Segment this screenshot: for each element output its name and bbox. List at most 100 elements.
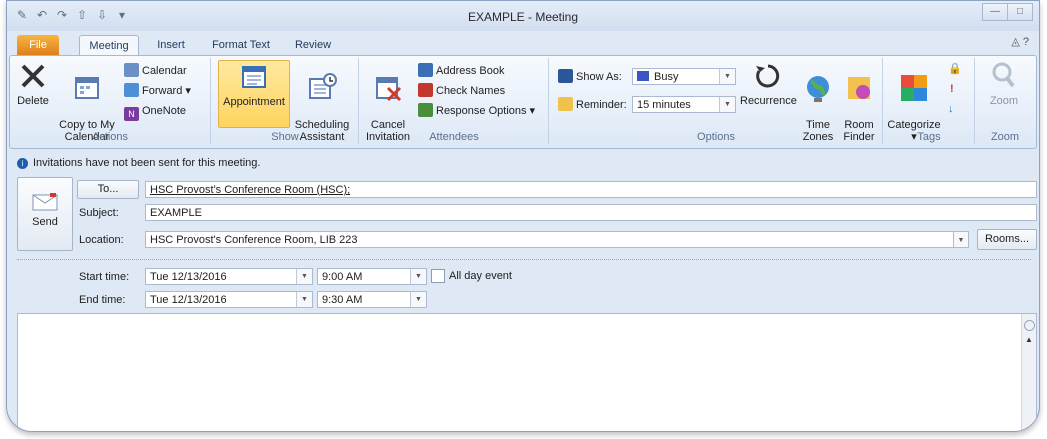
- show-as-control: Show As:: [558, 68, 622, 86]
- help-icon[interactable]: ◬ ?: [1011, 35, 1029, 48]
- info-icon: i: [17, 158, 28, 169]
- check-names-icon: [418, 83, 433, 97]
- ribbon: Delete Copy to My Calendar Calendar Forw…: [9, 55, 1037, 149]
- end-time-value: 9:30 AM: [322, 294, 363, 306]
- outlook-meeting-window: ✎ ↶ ↷ ⇧ ⇩ ▾ EXAMPLE - Meeting — □ File M…: [6, 0, 1040, 432]
- group-show-label: Show: [271, 131, 299, 143]
- forward-label: Forward ▾: [142, 85, 191, 97]
- send-label: Send: [32, 216, 58, 228]
- appointment-button[interactable]: Appointment: [218, 60, 290, 128]
- minimize-button[interactable]: —: [982, 3, 1008, 21]
- zoom-label: Zoom: [989, 95, 1019, 107]
- title-bar: ✎ ↶ ↷ ⇧ ⇩ ▾ EXAMPLE - Meeting — □: [7, 1, 1039, 31]
- address-book-label: Address Book: [436, 65, 505, 77]
- end-time-dropdown-icon[interactable]: ▼: [410, 292, 426, 307]
- check-names-button[interactable]: Check Names: [418, 82, 505, 100]
- show-as-dropdown-icon[interactable]: ▼: [719, 69, 735, 84]
- show-as-select[interactable]: Busy ▼: [632, 68, 736, 85]
- group-actions-label: Actions: [91, 131, 129, 143]
- group-zoom: Zoom Zoom: [976, 58, 1034, 144]
- reminder-control: Reminder:: [558, 96, 627, 114]
- end-time-field[interactable]: 9:30 AM ▼: [317, 291, 427, 308]
- show-as-label: Show As:: [576, 71, 622, 83]
- cancel-invitation-icon: [376, 77, 402, 102]
- end-date-field[interactable]: Tue 12/13/2016 ▼: [145, 291, 313, 308]
- separator: [17, 259, 1031, 260]
- send-button[interactable]: Send: [17, 177, 73, 251]
- calendar-label: Calendar: [142, 65, 187, 77]
- recurrence-label: Recurrence: [740, 95, 797, 107]
- tab-file[interactable]: File: [17, 35, 59, 55]
- reminder-select[interactable]: 15 minutes ▼: [632, 96, 736, 113]
- scheduling-assistant-icon: [309, 73, 337, 99]
- group-tags: Categorize ▾ 🔒 ! ↓ Tags: [884, 58, 975, 144]
- busy-color-swatch: [637, 71, 649, 81]
- end-time-label: End time:: [79, 294, 126, 306]
- window-title: EXAMPLE - Meeting: [467, 10, 579, 24]
- to-field[interactable]: HSC Provost's Conference Room (HSC);: [145, 181, 1037, 198]
- tab-meeting[interactable]: Meeting: [79, 35, 139, 56]
- tab-format-text[interactable]: Format Text: [205, 35, 277, 55]
- start-date-dropdown-icon[interactable]: ▼: [296, 269, 312, 284]
- onenote-label: OneNote: [142, 105, 187, 117]
- group-zoom-label: Zoom: [990, 131, 1020, 143]
- window-controls: — □: [982, 3, 1033, 21]
- zoom-button[interactable]: Zoom: [982, 60, 1026, 107]
- appointment-label: Appointment: [223, 96, 285, 108]
- start-time-field[interactable]: 9:00 AM ▼: [317, 268, 427, 285]
- globe-icon: [807, 76, 829, 102]
- location-label: Location:: [79, 234, 124, 246]
- response-options-button[interactable]: Response Options ▾: [418, 102, 535, 120]
- start-time-value: 9:00 AM: [322, 271, 363, 283]
- private-lock-icon[interactable]: 🔒: [948, 60, 962, 78]
- to-button[interactable]: To...: [77, 180, 139, 199]
- subject-label: Subject:: [79, 207, 119, 219]
- delete-label: Delete: [17, 95, 49, 107]
- recurrence-icon: [756, 64, 780, 88]
- calendar-copy-icon: [75, 77, 99, 99]
- show-as-value: Busy: [654, 71, 679, 83]
- subject-field[interactable]: EXAMPLE: [145, 204, 1037, 221]
- maximize-button[interactable]: □: [1007, 3, 1033, 21]
- location-field[interactable]: HSC Provost's Conference Room, LIB 223: [145, 231, 961, 248]
- location-dropdown-icon[interactable]: ▼: [953, 231, 969, 248]
- all-day-checkbox[interactable]: [431, 269, 445, 283]
- magnifier-icon: [992, 62, 1015, 88]
- onenote-icon: N: [124, 107, 139, 121]
- ribbon-tabs: File Meeting Insert Format Text Review: [7, 31, 1039, 56]
- group-attendees: Cancel Invitation Address Book Check Nam…: [360, 58, 549, 144]
- address-book-button[interactable]: Address Book: [418, 62, 504, 80]
- delete-button[interactable]: Delete: [16, 60, 50, 107]
- reminder-label: Reminder:: [576, 99, 627, 111]
- start-date-field[interactable]: Tue 12/13/2016 ▼: [145, 268, 313, 285]
- appointment-icon: [242, 66, 266, 88]
- high-importance-icon[interactable]: !: [950, 80, 954, 98]
- tab-review[interactable]: Review: [289, 35, 337, 55]
- group-show: Appointment Scheduling Assistant Show: [212, 58, 359, 144]
- show-as-icon: [558, 69, 573, 83]
- scroll-up-arrow-icon[interactable]: ▲: [1022, 335, 1036, 344]
- end-date-value: Tue 12/13/2016: [150, 294, 227, 306]
- recurrence-button[interactable]: Recurrence: [740, 60, 797, 107]
- forward-icon: [124, 83, 139, 97]
- end-date-dropdown-icon[interactable]: ▼: [296, 292, 312, 307]
- group-options: Show As: Busy ▼ Reminder: 15 minutes ▼ Rec…: [550, 58, 883, 144]
- group-options-label: Options: [697, 131, 735, 143]
- reminder-dropdown-icon[interactable]: ▼: [719, 97, 735, 112]
- forward-button[interactable]: Forward ▾: [124, 82, 191, 100]
- group-actions: Delete Copy to My Calendar Calendar Forw…: [10, 58, 211, 144]
- low-importance-icon[interactable]: ↓: [948, 100, 954, 118]
- group-tags-label: Tags: [917, 131, 941, 143]
- group-attendees-label: Attendees: [429, 131, 479, 143]
- vertical-scrollbar[interactable]: ▲: [1021, 314, 1036, 431]
- start-time-dropdown-icon[interactable]: ▼: [410, 269, 426, 284]
- scroll-ruler-icon[interactable]: [1023, 320, 1035, 331]
- response-options-icon: [418, 103, 433, 117]
- message-body[interactable]: ▲: [17, 313, 1037, 431]
- onenote-button[interactable]: N OneNote: [124, 102, 187, 121]
- calendar-button[interactable]: Calendar: [124, 62, 187, 80]
- tab-insert[interactable]: Insert: [149, 35, 193, 55]
- envelope-icon: [32, 193, 58, 211]
- reminder-bell-icon: [558, 97, 573, 111]
- rooms-button[interactable]: Rooms...: [977, 229, 1037, 250]
